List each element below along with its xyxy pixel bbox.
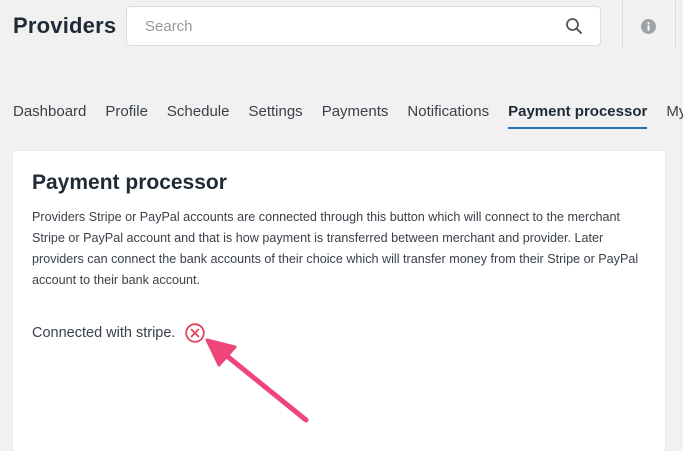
header-divider: [675, 0, 676, 48]
close-circle-icon[interactable]: [185, 323, 206, 343]
tab-bar: Dashboard Profile Schedule Settings Paym…: [13, 103, 683, 129]
tab-dashboard[interactable]: Dashboard: [13, 103, 86, 127]
section-description: Providers Stripe or PayPal accounts are …: [32, 210, 639, 287]
page-title: Providers: [13, 13, 117, 38]
section-title: Payment processor: [32, 171, 227, 194]
tab-payments[interactable]: Payments: [322, 103, 389, 127]
search-icon[interactable]: [565, 17, 583, 35]
payment-processor-card: Payment processor Providers Stripe or Pa…: [13, 151, 665, 451]
tab-settings[interactable]: Settings: [248, 103, 302, 127]
tab-profile[interactable]: Profile: [105, 103, 148, 127]
tab-schedule[interactable]: Schedule: [167, 103, 230, 127]
search-input[interactable]: [127, 7, 547, 45]
header-divider: [622, 0, 623, 48]
tab-my-d[interactable]: My d: [666, 103, 683, 127]
connection-status-text: Connected with stripe.: [32, 325, 176, 341]
tab-notifications[interactable]: Notifications: [407, 103, 489, 127]
tab-payment-processor[interactable]: Payment processor: [508, 103, 648, 129]
info-icon[interactable]: [641, 19, 656, 34]
search-box[interactable]: [126, 6, 601, 46]
connection-status: Connected with stripe.: [32, 323, 206, 343]
